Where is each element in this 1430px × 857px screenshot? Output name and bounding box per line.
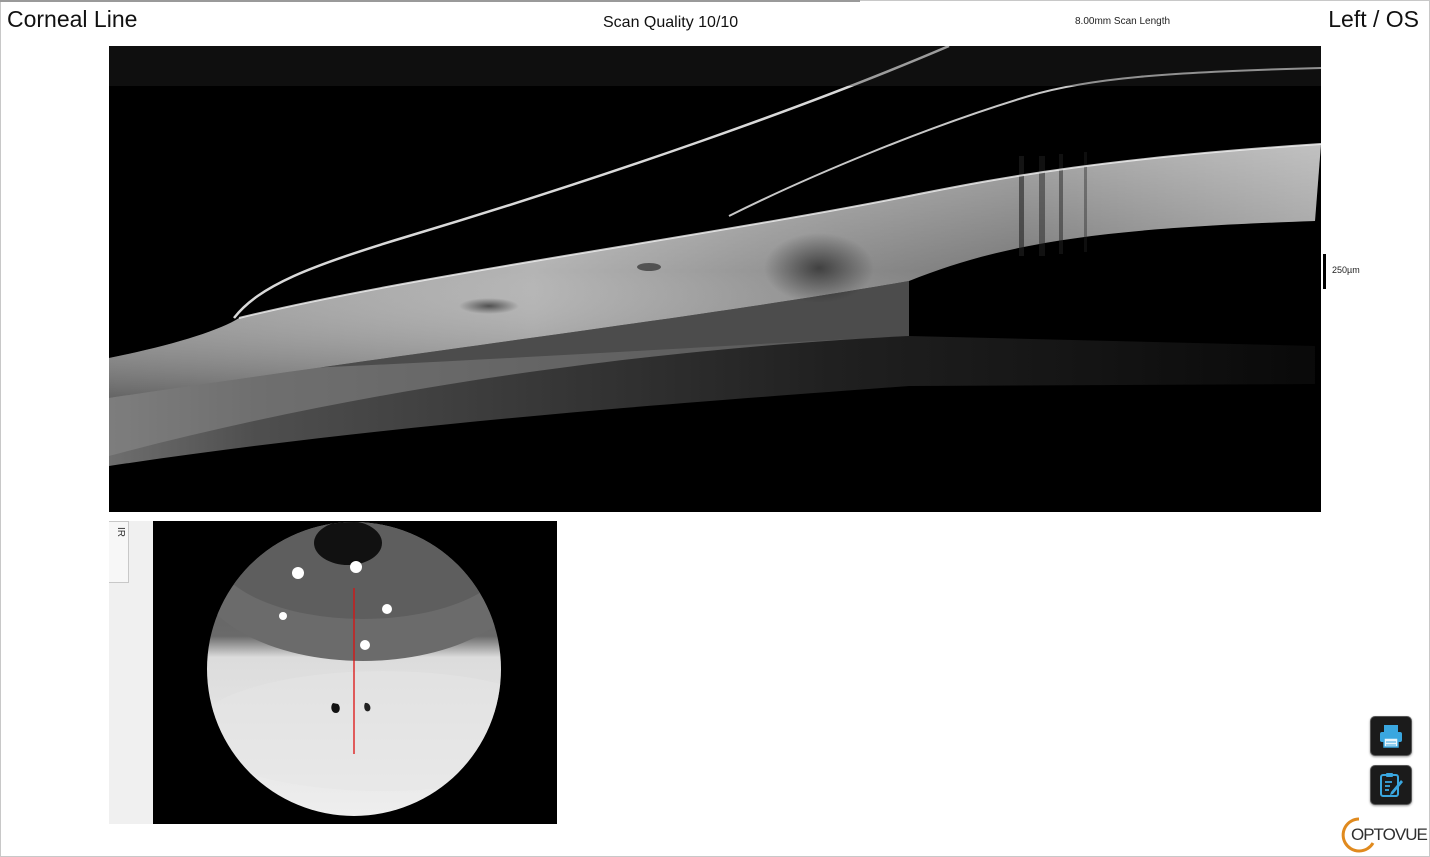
ir-eye-image[interactable] xyxy=(153,521,557,824)
ir-side-strip: IR xyxy=(109,521,153,824)
logo-text: OPTOVUE xyxy=(1351,825,1428,844)
printer-icon xyxy=(1380,725,1402,748)
ir-tab[interactable]: IR xyxy=(109,521,129,583)
bscan-render xyxy=(109,46,1321,466)
optovue-logo: OPTOVUE xyxy=(1339,815,1428,855)
print-button[interactable] xyxy=(1370,716,1412,756)
scale-bar xyxy=(1323,254,1326,289)
ir-image-panel: IR xyxy=(109,521,557,824)
eye-laterality-label: Left / OS xyxy=(1328,6,1419,32)
scan-quality-label: Scan Quality 10/10 xyxy=(603,14,739,31)
report-button[interactable] xyxy=(1370,765,1412,805)
clipboard-edit-icon xyxy=(1380,773,1403,797)
scan-length-label: 8.00mm Scan Length xyxy=(1075,16,1171,27)
oct-bscan-image[interactable] xyxy=(109,46,1321,512)
ir-tab-label: IR xyxy=(115,527,126,537)
top-divider xyxy=(0,0,860,2)
page-title: Corneal Line xyxy=(7,6,138,32)
scale-bar-label: 250µm xyxy=(1332,265,1360,275)
